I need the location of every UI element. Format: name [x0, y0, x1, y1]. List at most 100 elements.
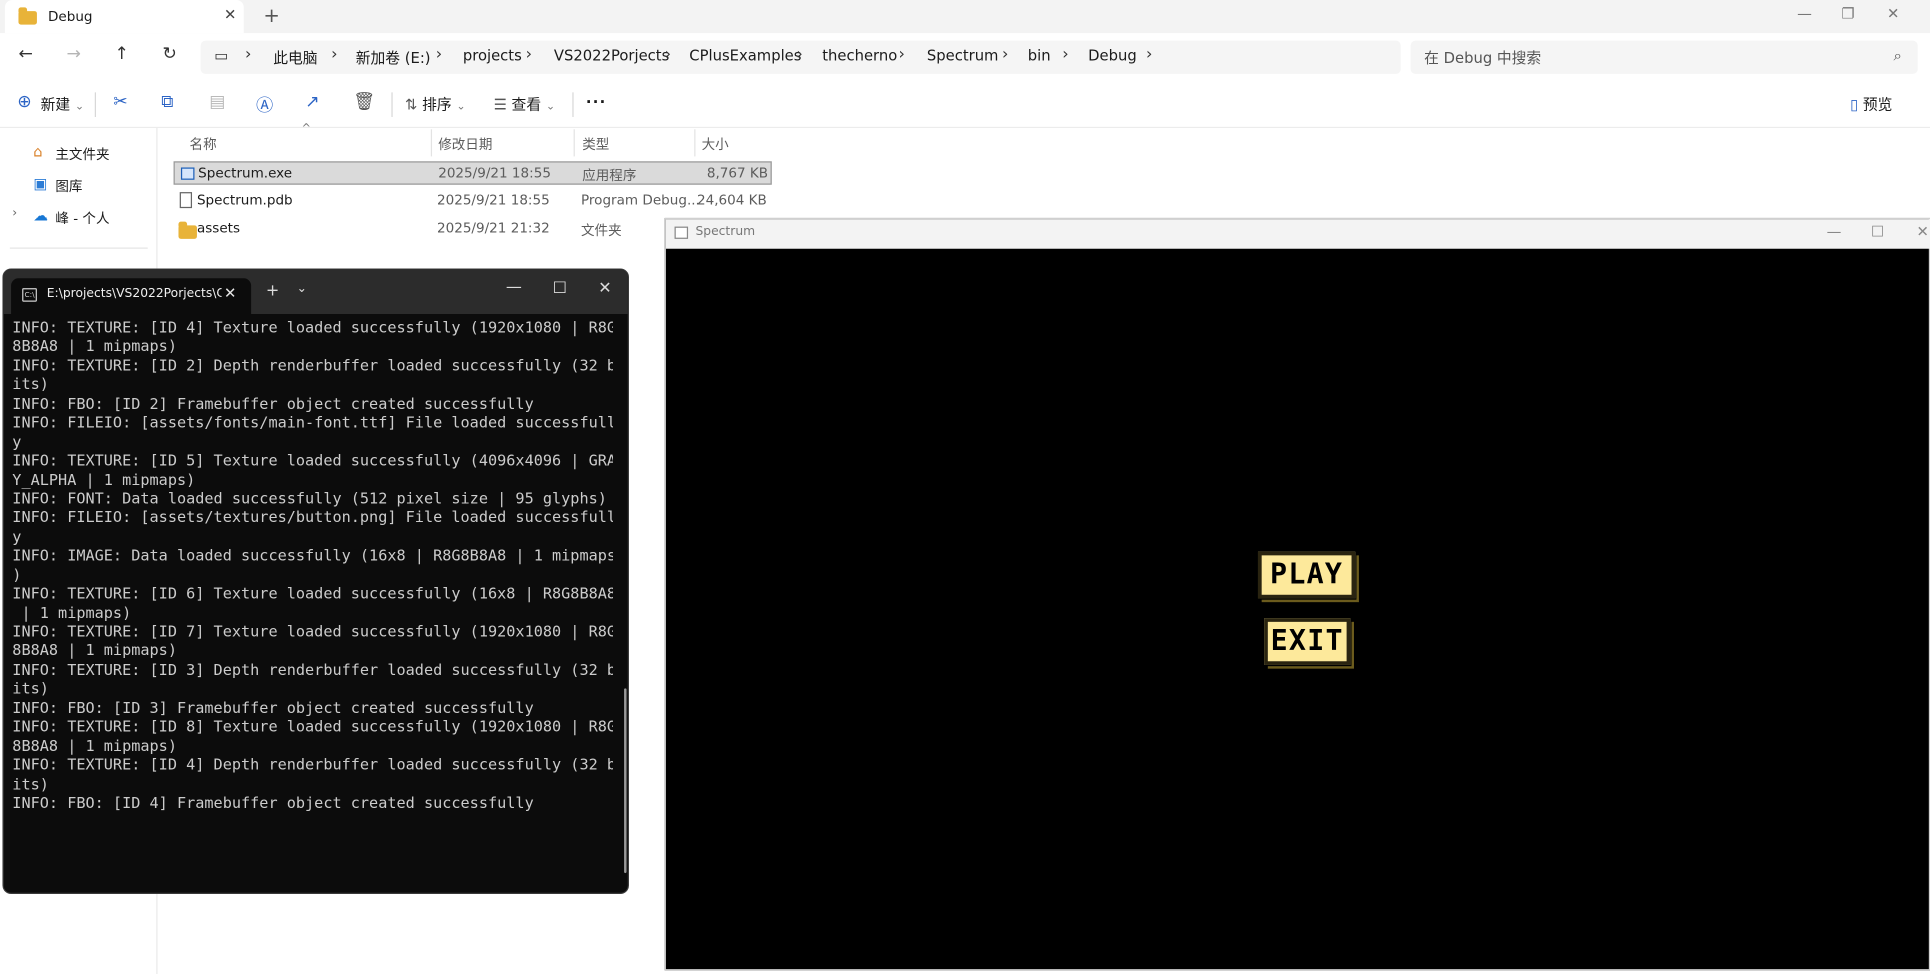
close-window-icon[interactable]: ✕	[598, 280, 611, 298]
pdb-file-icon	[179, 192, 193, 209]
file-name: assets	[196, 220, 241, 237]
nav-item-onedrive[interactable]: › ☁ 峰 - 个人	[0, 203, 158, 230]
minimize-icon[interactable]: —	[506, 278, 522, 296]
terminal-tab[interactable]: C:\ E:\projects\VS2022Porjects\CP ✕	[11, 278, 252, 315]
terminal-line: INFO: TEXTURE: [ID 7] Texture loaded suc…	[12, 623, 613, 641]
breadcrumb-item[interactable]: thecherno	[822, 47, 897, 64]
desktop: Debug ✕ + — ❐ ✕ ← → ↑ ↻ ▭ › 此电脑 › 新加卷 (E…	[0, 0, 1930, 974]
terminal-output[interactable]: INFO: TEXTURE: [ID 4] Texture loaded suc…	[12, 319, 613, 885]
minimize-icon[interactable]: —	[1797, 5, 1812, 22]
chevron-right-icon: ›	[664, 45, 672, 65]
chevron-down-icon: ⌄	[545, 100, 556, 114]
chevron-right-icon[interactable]: ›	[12, 207, 17, 221]
home-icon: ⌂	[33, 142, 43, 161]
column-divider[interactable]	[573, 129, 575, 157]
terminal-window: C:\ E:\projects\VS2022Porjects\CP ✕ + ⌄ …	[2, 268, 629, 894]
new-button[interactable]: 新建 ⌄	[41, 94, 85, 115]
nav-item-gallery[interactable]: ▣ 图库	[0, 171, 158, 198]
close-tab-icon[interactable]: ✕	[224, 6, 236, 23]
chevron-right-icon: ›	[898, 45, 905, 65]
preview-button[interactable]: ▯ 预览	[1850, 94, 1892, 115]
file-row-spectrum-exe[interactable]: Spectrum.exe 2025/9/21 18:55 应用程序 8,767 …	[173, 161, 772, 185]
new-tab-icon[interactable]: +	[266, 282, 279, 300]
toolbar-divider	[94, 92, 97, 117]
file-type: Program Debug...	[580, 192, 700, 209]
game-titlebar: Spectrum — ☐ ✕	[665, 219, 1930, 249]
minimize-icon[interactable]: —	[1827, 223, 1842, 240]
terminal-line: 8B8A8 | 1 mipmaps)	[12, 642, 177, 660]
chevron-right-icon: ›	[435, 45, 443, 65]
plus-circle-icon: ⊕	[17, 92, 32, 113]
play-button[interactable]: PLAY	[1257, 551, 1356, 599]
file-size: 8,767 KB	[706, 165, 769, 182]
breadcrumb-item[interactable]: VS2022Porjects	[554, 47, 669, 64]
breadcrumb-item[interactable]: Debug	[1088, 47, 1137, 64]
file-date: 2025/9/21 18:55	[438, 165, 551, 182]
toolbar-divider	[391, 92, 393, 117]
chevron-right-icon: ›	[1145, 45, 1153, 65]
nav-item-home[interactable]: ⌂ 主文件夹	[0, 139, 158, 166]
maximize-icon[interactable]: ☐	[553, 280, 567, 298]
sort-button[interactable]: ⇅ 排序 ⌄	[405, 94, 466, 115]
terminal-line: INFO: FBO: [ID 2] Framebuffer object cre…	[12, 394, 534, 413]
chevron-right-icon: ›	[525, 45, 532, 65]
close-window-icon[interactable]: ✕	[1917, 223, 1929, 240]
search-input[interactable]: 在 Debug 中搜索 ⌕	[1410, 40, 1918, 74]
maximize-icon[interactable]: ☐	[1871, 223, 1884, 240]
copy-icon[interactable]: ⧉	[161, 92, 173, 112]
column-divider[interactable]	[430, 129, 433, 157]
breadcrumb-item[interactable]: CPlusExamples	[689, 47, 801, 64]
terminal-line: its)	[12, 775, 49, 793]
back-arrow-icon[interactable]: ←	[18, 44, 32, 64]
new-tab-icon[interactable]: +	[263, 4, 280, 27]
delete-icon[interactable]: 🗑	[353, 92, 375, 112]
breadcrumb-item[interactable]: projects	[463, 47, 522, 64]
breadcrumb-item[interactable]: Spectrum	[927, 47, 999, 64]
paste-icon[interactable]: ▤	[209, 92, 225, 112]
more-options-button[interactable]: ···	[586, 94, 607, 111]
explorer-tab-debug[interactable]: Debug ✕	[4, 0, 244, 34]
column-divider[interactable]	[694, 129, 696, 157]
column-header-type[interactable]: 类型	[582, 134, 609, 154]
close-tab-icon[interactable]: ✕	[224, 284, 236, 301]
file-name: Spectrum.exe	[198, 165, 293, 182]
exit-button[interactable]: EXIT	[1264, 618, 1351, 665]
view-button[interactable]: ☰ 查看 ⌄	[494, 94, 556, 115]
breadcrumb-item[interactable]: 新加卷 (E:)	[356, 47, 431, 68]
column-header-size[interactable]: 大小	[702, 134, 729, 154]
breadcrumb[interactable]: ▭ › 此电脑 › 新加卷 (E:) › projects › VS2022Po…	[200, 40, 1401, 74]
rename-icon[interactable]: Ⓐ	[256, 92, 273, 117]
file-row-spectrum-pdb[interactable]: Spectrum.pdb 2025/9/21 18:55 Program Deb…	[174, 190, 772, 213]
file-size: 24,604 KB	[696, 192, 767, 209]
app-icon	[674, 226, 689, 239]
up-arrow-icon[interactable]: ↑	[114, 44, 128, 64]
cut-icon[interactable]: ✂	[113, 92, 127, 112]
terminal-line: 8B8A8 | 1 mipmaps)	[12, 337, 177, 356]
breadcrumb-item[interactable]: 此电脑	[273, 47, 317, 68]
nav-item-label: 峰 - 个人	[55, 210, 110, 227]
cloud-icon: ☁	[33, 206, 49, 225]
terminal-scrollbar[interactable]	[624, 688, 627, 874]
explorer-toolbar: ⊕ 新建 ⌄ ✂ ⧉ ▤ Ⓐ ↗ 🗑 ⇅ 排序 ⌄ ☰ 查看 ⌄ ··· ▯ 预…	[0, 80, 1930, 129]
refresh-icon[interactable]: ↻	[162, 44, 176, 64]
preview-button-label: 预览	[1862, 96, 1893, 114]
restore-icon[interactable]: ❐	[1841, 5, 1854, 22]
terminal-tabbar: C:\ E:\projects\VS2022Porjects\CP ✕ + ⌄ …	[3, 269, 628, 315]
game-window-title: Spectrum	[695, 225, 756, 239]
chevron-right-icon: ›	[1001, 45, 1009, 65]
file-name: Spectrum.pdb	[196, 192, 293, 209]
column-header-date[interactable]: 修改日期	[438, 134, 492, 154]
terminal-line: INFO: TEXTURE: [ID 4] Depth renderbuffer…	[12, 756, 613, 774]
chevron-down-icon[interactable]: ⌄	[297, 282, 307, 296]
share-icon[interactable]: ↗	[305, 92, 319, 112]
column-header-name[interactable]: 名称	[190, 134, 217, 154]
search-icon: ⌕	[1893, 46, 1902, 65]
forward-arrow-icon[interactable]: →	[66, 44, 80, 64]
close-window-icon[interactable]: ✕	[1887, 5, 1899, 22]
sort-icon: ⇅	[404, 96, 418, 114]
terminal-line: 8B8A8 | 1 mipmaps)	[12, 737, 177, 755]
terminal-line: its)	[12, 375, 49, 394]
view-icon: ☰	[493, 96, 507, 114]
breadcrumb-item[interactable]: bin	[1028, 47, 1051, 64]
sort-button-label: 排序	[422, 96, 452, 114]
